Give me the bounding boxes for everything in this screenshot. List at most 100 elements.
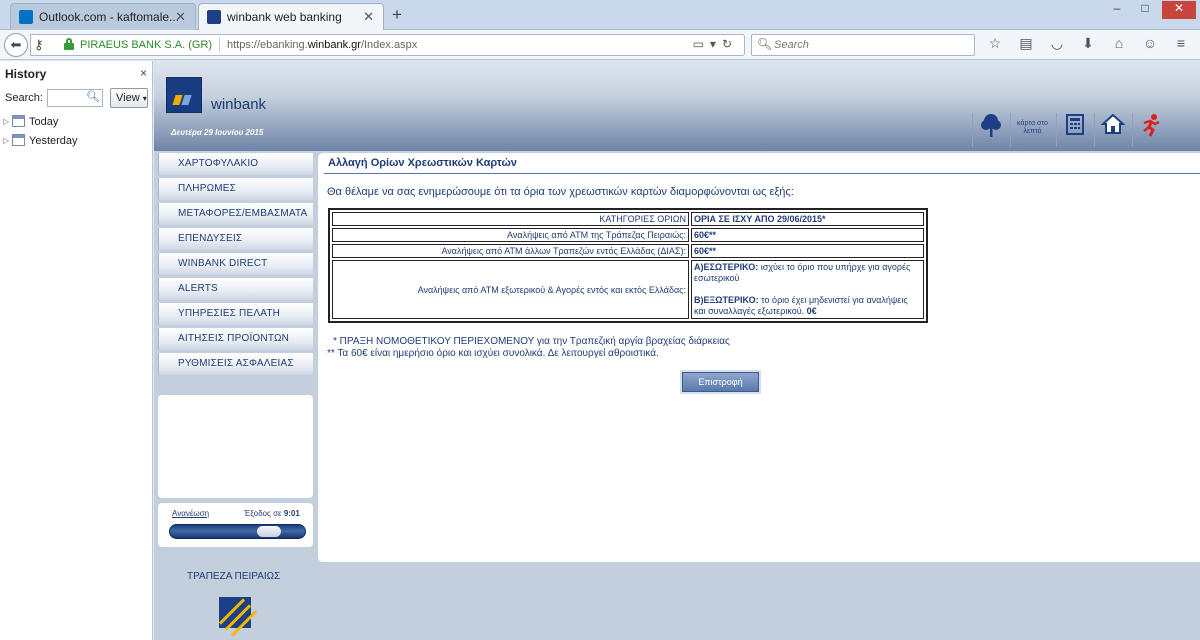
menu-item-transfers[interactable]: ΜΕΤΑΦΟΡΕΣ/ΕΜΒΑΣΜΑΤΑ xyxy=(158,203,313,225)
url-text[interactable]: https://ebanking.winbank.gr/Index.aspx xyxy=(227,39,417,51)
session-time: 9:01 xyxy=(283,509,300,518)
tab-title: Outlook.com - kaftomale... xyxy=(39,10,180,24)
outlook-icon xyxy=(19,10,33,24)
tab-winbank[interactable]: winbank web banking ✕ xyxy=(198,3,384,31)
menu-item-payments[interactable]: ΠΛΗΡΩΜΕΣ xyxy=(158,178,313,200)
main-menu: ΧΑΡΤΟΦΥΛΑΚΙΟ ΠΛΗΡΩΜΕΣ ΜΕΤΑΦΟΡΕΣ/ΕΜΒΑΣΜΑΤ… xyxy=(158,153,313,378)
card-limits-table: ΚΑΤΗΓΟΡΙΕΣ ΟΡΙΩΝ ΟΡΙΑ ΣΕ ΙΣΧΥ ΑΠΟ 29/06/… xyxy=(328,208,928,323)
limit-category: Αναλήψεις από ΑΤΜ εξωτερικού & Αγορές εν… xyxy=(332,260,689,319)
dropdown-icon[interactable]: ▾ xyxy=(710,37,722,51)
content-panel: Αλλαγή Ορίων Χρεωστικών Καρτών Θα θέλαμε… xyxy=(318,153,1200,562)
winbank-logo[interactable] xyxy=(166,77,202,113)
foreign-value: 0€ xyxy=(806,306,817,316)
twisty-icon[interactable]: ▷ xyxy=(3,117,10,126)
limit-category: Αναλήψεις από ΑΤΜ της Τράπεζας Πειραιώς: xyxy=(332,228,689,242)
winbank-favicon-icon xyxy=(207,10,221,24)
pocket-icon[interactable]: ◡ xyxy=(1045,35,1069,55)
limit-value: 60€** xyxy=(691,244,924,258)
reload-icon[interactable]: ↻ xyxy=(722,37,738,51)
lock-icon xyxy=(64,38,74,50)
url-separator xyxy=(219,37,220,53)
chat-icon[interactable]: ☺ xyxy=(1138,35,1162,55)
history-sidebar: History × Search: 🔍︎ View ▾ ▷ Today ▷ Yest… xyxy=(0,61,153,640)
title-divider xyxy=(324,173,1200,174)
limit-value: 60€** xyxy=(691,228,924,242)
menu-item-winbank-direct[interactable]: WINBANK DIRECT xyxy=(158,253,313,275)
foreign-label: Β)ΕΞΩΤΕΡΙΚΟ: xyxy=(694,295,759,305)
table-row: Αναλήψεις από ΑΤΜ εξωτερικού & Αγορές εν… xyxy=(332,260,924,319)
reading-list-icon[interactable]: ▤ xyxy=(1014,35,1038,55)
limit-category: Αναλήψεις από ΑΤΜ άλλων Τραπεζών εντός Ε… xyxy=(332,244,689,258)
url-actions: ▭▾↻ xyxy=(693,37,738,51)
calculator-icon[interactable] xyxy=(1056,113,1092,147)
table-row: Αναλήψεις από ΑΤΜ της Τράπεζας Πειραιώς:… xyxy=(332,228,924,242)
history-view-button[interactable]: View ▾ xyxy=(110,88,148,108)
brand-name: winbank xyxy=(211,96,267,113)
table-row: Αναλήψεις από ΑΤΜ άλλων Τραπεζών εντός Ε… xyxy=(332,244,924,258)
table-header-row: ΚΑΤΗΓΟΡΙΕΣ ΟΡΙΩΝ ΟΡΙΑ ΣΕ ΙΣΧΥ ΑΠΟ 29/06/… xyxy=(332,212,924,226)
winbank-page: winbank Δευτέρα 29 Ιουνίου 2015 κάρτα στ… xyxy=(154,61,1200,640)
table-header-limits: ΟΡΙΑ ΣΕ ΙΣΧΥ ΑΠΟ 29/06/2015* xyxy=(691,212,924,226)
tab-close-icon[interactable]: ✕ xyxy=(363,9,374,25)
session-refresh-link[interactable]: Ανανέωση xyxy=(172,509,209,518)
download-icon[interactable]: ⬇ xyxy=(1076,35,1100,55)
close-icon[interactable]: × xyxy=(140,66,147,80)
browser-tab-bar: Outlook.com - kaftomale... ✕ winbank web… xyxy=(0,0,1200,31)
piraeus-logo xyxy=(218,597,258,637)
session-exit-label: Έξοδος σε 9:01 xyxy=(244,509,300,518)
minimize-button[interactable]: – xyxy=(1104,1,1130,19)
key-icon: ⚷ xyxy=(34,37,44,52)
site-identity[interactable]: PIRAEUS BANK S.A. (GR) xyxy=(80,39,212,51)
home-icon[interactable]: ⌂ xyxy=(1107,35,1131,55)
menu-item-portfolio[interactable]: ΧΑΡΤΟΦΥΛΑΚΙΟ xyxy=(158,153,313,175)
twisty-icon[interactable]: ▷ xyxy=(3,136,10,145)
back-button[interactable]: ⬅ xyxy=(4,33,28,57)
history-group-today[interactable]: ▷ Today xyxy=(3,115,58,128)
session-progress-knob xyxy=(257,526,281,537)
menu-icon[interactable]: ≡ xyxy=(1169,35,1193,55)
calendar-icon xyxy=(12,134,25,146)
url-bar[interactable]: ⚷ PIRAEUS BANK S.A. (GR) https://ebankin… xyxy=(30,34,745,56)
page-title: Αλλαγή Ορίων Χρεωστικών Καρτών xyxy=(328,157,517,169)
history-group-yesterday[interactable]: ▷ Yesterday xyxy=(3,134,78,147)
table-header-categories: ΚΑΤΗΓΟΡΙΕΣ ΟΡΙΩΝ xyxy=(332,212,689,226)
calendar-icon xyxy=(12,115,25,127)
search-icon: 🔍︎ xyxy=(757,37,773,51)
footnote-2: ** Τα 60€ είναι ημερήσιο όριο και ισχύει… xyxy=(327,348,659,359)
history-search-label: Search: xyxy=(5,92,43,104)
back-return-button[interactable]: Επιστροφή xyxy=(682,372,759,392)
menu-item-product-applications[interactable]: ΑΙΤΗΣΕΙΣ ΠΡΟΪΟΝΤΩΝ xyxy=(158,328,313,350)
limit-value: Α)ΕΣΩΤΕΡΙΚΟ: ισχύει το όριο που υπήρχε γ… xyxy=(691,260,924,319)
tab-outlook[interactable]: Outlook.com - kaftomale... ✕ xyxy=(10,3,196,30)
search-bar[interactable]: 🔍︎ Search xyxy=(751,34,975,56)
domestic-label: Α)ΕΣΩΤΕΡΙΚΟ: xyxy=(694,262,759,272)
star-icon[interactable]: ☆ xyxy=(983,35,1007,55)
close-window-button[interactable]: ✕ xyxy=(1162,1,1196,19)
tab-title: winbank web banking xyxy=(227,10,342,24)
arrow-left-icon: ⬅ xyxy=(10,37,22,52)
menu-item-investments[interactable]: ΕΠΕΝΔΥΣΕΙΣ xyxy=(158,228,313,250)
footnote-1: * ΠΡΑΞΗ ΝΟΜΟΘΕΤΙΚΟΥ ΠΕΡΙΕΧΟΜΕΝΟΥ για την… xyxy=(333,336,730,347)
instant-card-icon[interactable]: κάρτα στο λεπτό xyxy=(1010,113,1054,147)
history-title: History xyxy=(5,67,47,81)
new-tab-button[interactable]: + xyxy=(392,5,402,25)
current-date: Δευτέρα 29 Ιουνίου 2015 xyxy=(171,128,264,137)
promo-box xyxy=(158,395,313,498)
tab-close-icon[interactable]: ✕ xyxy=(175,9,186,25)
intro-text: Θα θέλαμε να σας ενημερώσουμε ότι τα όρι… xyxy=(327,186,794,198)
reader-view-icon[interactable]: ▭ xyxy=(693,37,710,51)
maximize-button[interactable]: □ xyxy=(1132,1,1158,19)
chevron-down-icon: ▾ xyxy=(142,94,147,103)
bank-header: winbank Δευτέρα 29 Ιουνίου 2015 κάρτα στ… xyxy=(154,61,1200,151)
instant-card-label: κάρτα στο λεπτό xyxy=(1017,120,1048,135)
menu-item-customer-services[interactable]: ΥΠΗΡΕΣΙΕΣ ΠΕΛΑΤΗ xyxy=(158,303,313,325)
browser-nav-bar: ⬅ ⚷ PIRAEUS BANK S.A. (GR) https://ebank… xyxy=(0,30,1200,60)
browser-toolbar: ☆ ▤ ◡ ⬇ ⌂ ☺ ≡ xyxy=(983,35,1200,55)
tree-icon[interactable] xyxy=(972,113,1008,147)
search-icon[interactable]: 🔍︎ xyxy=(86,90,100,103)
menu-item-alerts[interactable]: ALERTS xyxy=(158,278,313,300)
exit-runner-icon[interactable] xyxy=(1132,113,1168,147)
menu-item-security-settings[interactable]: ΡΥΘΜΙΣΕΙΣ ΑΣΦΑΛΕΙΑΣ xyxy=(158,353,313,375)
search-placeholder: Search xyxy=(774,39,809,51)
home-icon[interactable] xyxy=(1094,113,1130,147)
